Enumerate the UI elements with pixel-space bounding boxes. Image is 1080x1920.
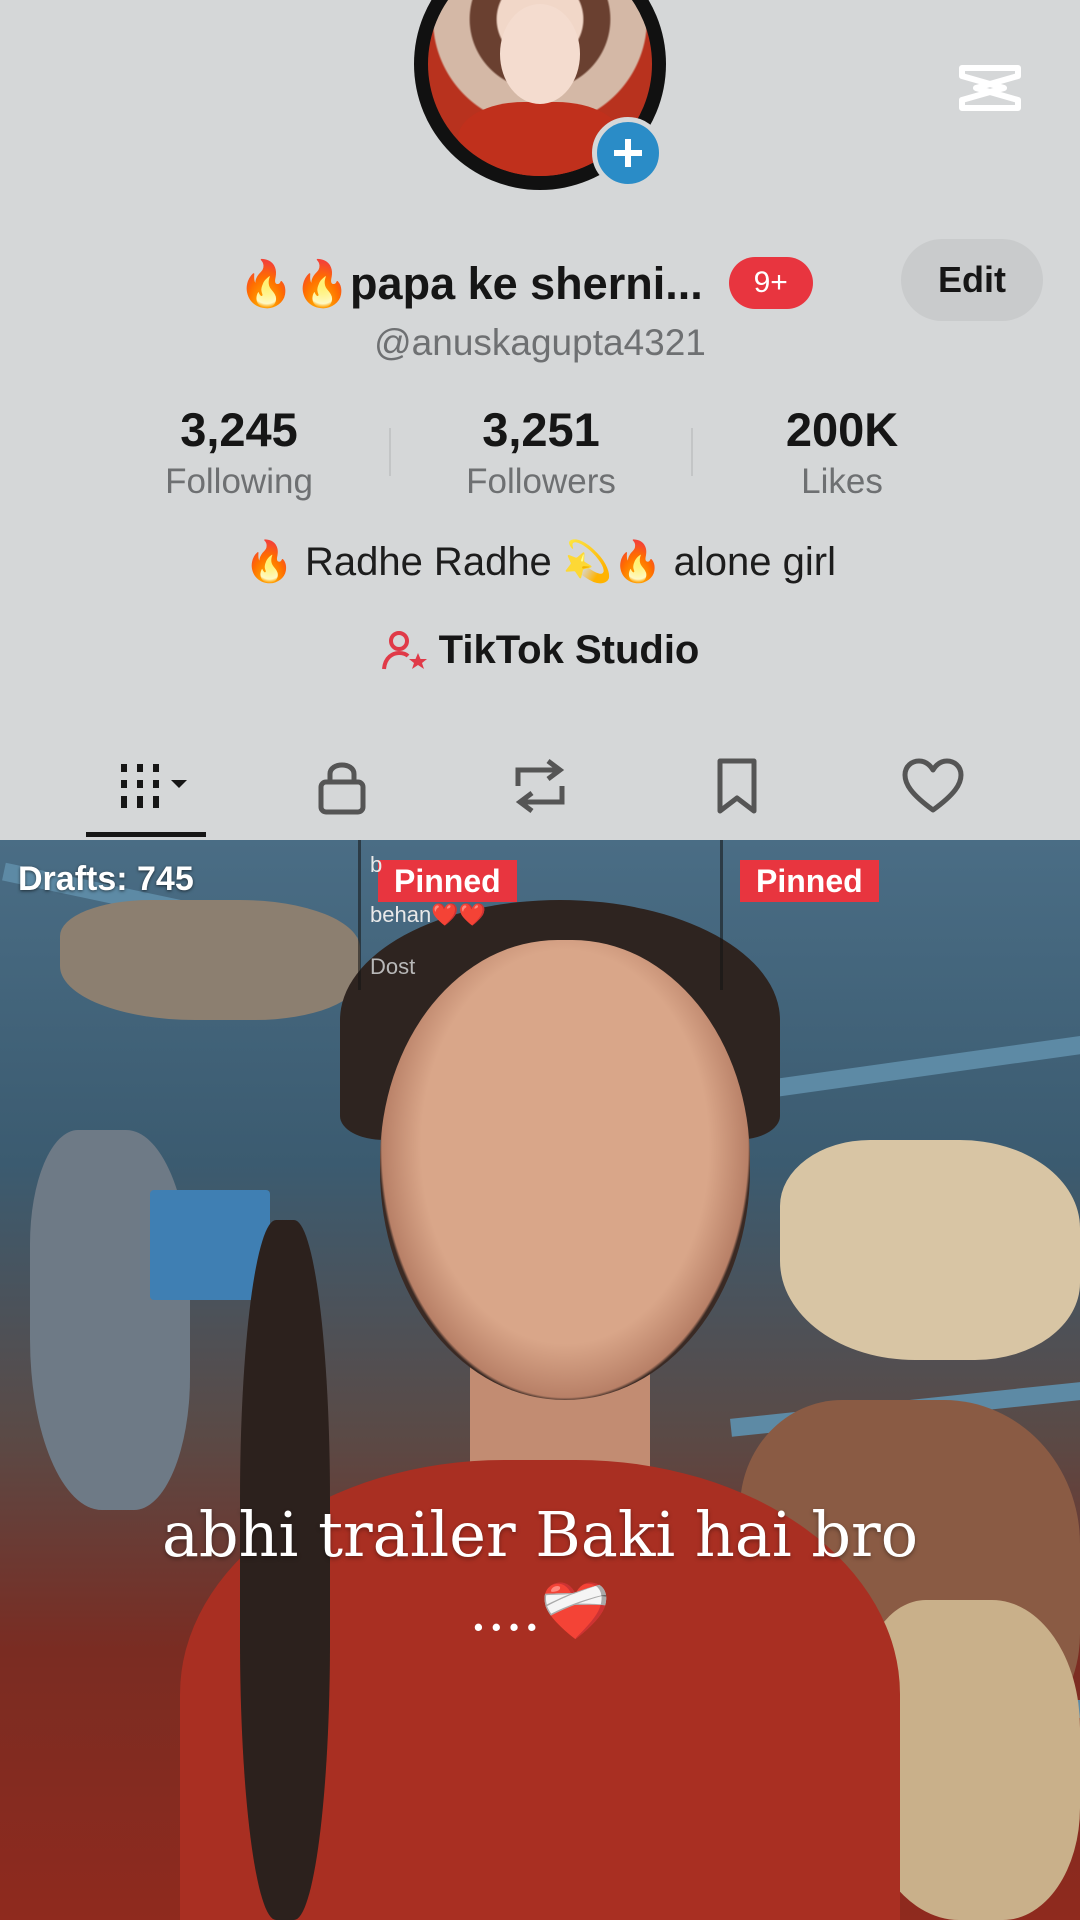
plus-icon	[614, 139, 642, 167]
tab-private[interactable]	[292, 746, 392, 826]
profile-tabs	[0, 738, 1080, 838]
display-name: 🔥🔥papa ke sherni...	[238, 257, 703, 309]
video-caption: abhi trailer Baki hai bro	[161, 1498, 919, 1571]
stat-label: Following	[165, 462, 313, 501]
username-handle: @anuskagupta4321	[374, 322, 706, 363]
stat-label: Followers	[466, 462, 616, 501]
stat-label: Likes	[801, 462, 883, 501]
pinned-badge: Pinned	[378, 860, 517, 902]
tab-reposts[interactable]	[490, 746, 590, 826]
stat-value: 200K	[785, 403, 899, 456]
video-caption-line-2: ....❤️‍🩹	[469, 1579, 611, 1644]
person-star-icon	[381, 630, 427, 669]
grid-videos-icon	[121, 764, 187, 808]
stat-followers[interactable]: 3,251 Followers	[421, 402, 661, 506]
stat-divider	[389, 428, 391, 476]
tab-favorites[interactable]	[687, 746, 787, 826]
bookmark-icon	[717, 758, 757, 814]
tiktok-studio-link[interactable]: TikTok Studio	[0, 628, 1080, 673]
edit-profile-button[interactable]: Edit	[901, 239, 1043, 321]
heart-icon	[902, 758, 964, 813]
tile-overlay-text: Dost	[370, 954, 416, 979]
stat-value: 3,245	[180, 403, 298, 456]
active-tab-indicator	[86, 832, 206, 837]
profile-bio: 🔥 Radhe Radhe 💫🔥 alone girl	[244, 540, 836, 584]
add-profile-photo-button[interactable]	[592, 117, 664, 189]
tab-liked[interactable]	[883, 746, 983, 826]
tiktok-studio-label: TikTok Studio	[438, 628, 700, 672]
tab-videos[interactable]	[106, 746, 206, 826]
stat-following[interactable]: 3,245 Following	[119, 402, 359, 506]
lock-icon	[318, 762, 366, 815]
stat-value: 3,251	[482, 403, 600, 456]
repost-icon	[515, 759, 565, 813]
stat-likes[interactable]: 200K Likes	[722, 402, 962, 506]
capcut-logo	[959, 65, 1021, 111]
display-name-row: 🔥🔥papa ke sherni... 9+	[238, 248, 813, 318]
tile-overlay-text: b	[370, 852, 383, 877]
tile-divider	[720, 840, 723, 990]
drafts-count[interactable]: Drafts: 745	[18, 860, 194, 899]
video-grid[interactable]	[0, 840, 1080, 1920]
pinned-badge: Pinned	[740, 860, 879, 902]
notification-badge[interactable]: 9+	[728, 257, 813, 309]
stat-divider	[691, 428, 693, 476]
tile-divider	[358, 840, 361, 990]
tile-overlay-text: behan❤️❤️	[370, 902, 486, 927]
